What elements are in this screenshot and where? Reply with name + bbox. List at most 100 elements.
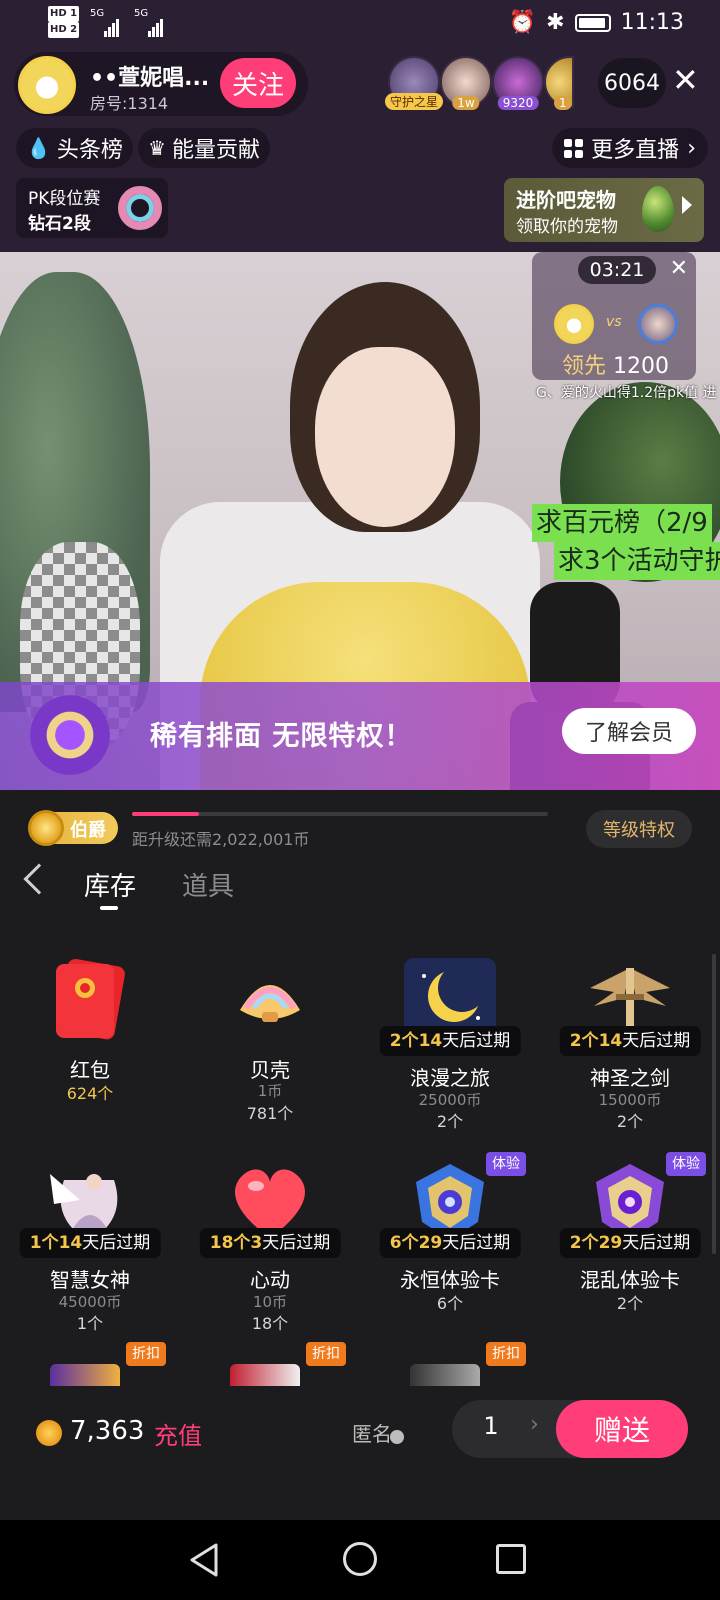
gift-seashell[interactable]: 贝壳 1币 781个: [180, 958, 360, 1148]
gift-price: 45000币: [58, 1293, 122, 1311]
membership-emblem-icon: [22, 690, 118, 780]
clock: 11:13: [620, 10, 684, 35]
gift-panel: 伯爵 距升级还需2,022,001币 等级特权 库存 道具 红包 624个 贝壳…: [0, 790, 720, 1520]
pk-rank-card[interactable]: PK段位赛 钻石2段: [16, 178, 168, 238]
send-button[interactable]: 赠送: [556, 1400, 688, 1458]
gift-qty: 2个: [616, 1294, 644, 1313]
expiry-label: 1个14天后过期: [19, 1228, 161, 1258]
host-info[interactable]: ••萱妮唱... 房号:1314 关注: [14, 52, 308, 116]
viewer-count[interactable]: 6064: [598, 58, 666, 108]
gift-romantic-journey[interactable]: 2个14天后过期 浪漫之旅 25000币 2个: [360, 958, 540, 1148]
discount-tag: 折扣: [126, 1342, 166, 1366]
gift-price: 1币: [257, 1082, 283, 1100]
gift-partial-2[interactable]: 折扣: [180, 1342, 360, 1386]
tab-underline: [100, 906, 118, 910]
pk-host-avatar[interactable]: [554, 304, 594, 344]
pk-rank-title: PK段位赛: [28, 189, 101, 209]
quantity-value[interactable]: 1: [476, 1412, 506, 1440]
more-live-label: 更多直播: [591, 138, 680, 163]
pk-opponent-avatar[interactable]: [638, 304, 678, 344]
viewer-avatar-2[interactable]: 1w: [440, 56, 492, 110]
gift-partial-image: [410, 1364, 480, 1386]
send-bar: 7,363 充值 匿名 1 › 赠送: [0, 1386, 720, 1520]
gift-qty: 1个: [76, 1314, 104, 1333]
expiry-count: 2个29: [569, 1233, 623, 1253]
expiry-label: 6个29天后过期: [379, 1228, 521, 1258]
expiry-text: 天后过期: [82, 1233, 151, 1253]
gift-partial-3[interactable]: 折扣: [360, 1342, 540, 1386]
level-hint: 距升级还需2,022,001币: [132, 830, 310, 849]
gift-heartbeat[interactable]: 18个3天后过期 心动 10币 18个: [180, 1160, 360, 1350]
quantity-selector[interactable]: 1 › 赠送: [452, 1400, 688, 1458]
viewer-avatar-4[interactable]: 1: [544, 56, 574, 110]
alarm-icon: ⏰: [508, 10, 537, 35]
gift-chaos-trial-card[interactable]: 体验 2个29天后过期 混乱体验卡 2个: [540, 1152, 720, 1350]
headline-rank-chip[interactable]: 💧 头条榜: [16, 128, 133, 168]
pet-promo-subtitle: 领取你的宠物: [516, 217, 618, 237]
viewer-avatar-1[interactable]: 守护之星: [384, 56, 444, 110]
overlay-text-1: 求百元榜（2/9: [532, 504, 712, 542]
tab-props[interactable]: 道具: [182, 866, 234, 903]
level-name: 伯爵: [70, 820, 106, 841]
pk-close-icon[interactable]: ✕: [670, 258, 688, 280]
grid-icon: [564, 138, 584, 158]
back-chevron-icon[interactable]: [23, 863, 55, 895]
level-privilege-button[interactable]: 等级特权: [586, 810, 692, 848]
expiry-label: 2个29天后过期: [559, 1228, 701, 1258]
gift-eternal-trial-card[interactable]: 体验 6个29天后过期 永恒体验卡 6个: [360, 1152, 540, 1350]
host-avatar[interactable]: [18, 56, 76, 114]
coin-icon: [36, 1420, 62, 1446]
system-nav-bar: [0, 1520, 720, 1600]
membership-banner[interactable]: 稀有排面 无限特权！ 了解会员: [0, 682, 720, 790]
status-bar: HD 1 HD 2 5G 5G ⏰ ✱ 11:13: [0, 0, 720, 48]
status-right: ⏰ ✱ 11:13: [509, 10, 684, 35]
top-bar-area: HD 1 HD 2 5G 5G ⏰ ✱ 11:13 ••萱妮唱... 房号:13…: [0, 0, 720, 252]
gift-red-packet[interactable]: 红包 624个: [0, 958, 180, 1148]
viewer-avatar-3[interactable]: 9320: [492, 56, 544, 110]
chevron-right-icon: ›: [687, 135, 696, 161]
expiry-count: 6个29: [389, 1233, 443, 1253]
learn-membership-button[interactable]: 了解会员: [562, 708, 696, 754]
more-live-button[interactable]: 更多直播 ›: [552, 128, 708, 168]
anonymous-toggle-icon[interactable]: [390, 1430, 404, 1444]
hd2-indicator: HD 2: [48, 22, 80, 38]
nav-recents-icon[interactable]: [496, 1544, 526, 1574]
crown-icon: ♛: [148, 136, 166, 160]
gift-name: 混乱体验卡: [580, 1268, 680, 1292]
pet-promo-card[interactable]: 进阶吧宠物 领取你的宠物: [504, 178, 704, 242]
play-arrow-icon: [682, 196, 692, 214]
level-badge[interactable]: 伯爵: [28, 810, 118, 846]
chevron-right-icon[interactable]: ›: [530, 1412, 539, 1437]
sim-indicators: HD 1 HD 2: [48, 6, 81, 38]
close-icon[interactable]: ✕: [672, 64, 699, 96]
nav-back-icon[interactable]: [188, 1542, 220, 1578]
energy-contribution-chip[interactable]: ♛ 能量贡献: [138, 128, 270, 168]
energy-contribution-label: 能量贡献: [171, 138, 260, 163]
headline-rank-label: 头条榜: [56, 138, 123, 163]
network-label-1: 5G: [90, 8, 105, 19]
follow-button[interactable]: 关注: [220, 58, 296, 108]
expiry-count: 2个14: [569, 1031, 623, 1051]
gift-name: 神圣之剑: [590, 1066, 670, 1090]
network-label-2: 5G: [134, 8, 149, 19]
live-video[interactable]: 03:21 ✕ vs 领先 1200 G、爱的火山得1.2倍pk值 进 求百元榜…: [0, 252, 720, 790]
gift-name: 心动: [250, 1268, 290, 1292]
gift-price: 25000币: [418, 1091, 482, 1109]
room-number: 房号:1314: [90, 94, 169, 113]
discount-tag: 折扣: [306, 1342, 346, 1366]
expiry-label: 2个14天后过期: [379, 1026, 521, 1056]
gift-qty: 6个: [436, 1294, 464, 1313]
hd1-indicator: HD 1: [48, 6, 80, 22]
pk-battle-box[interactable]: 03:21 ✕ vs 领先 1200: [532, 252, 696, 380]
anonymous-toggle[interactable]: 匿名: [352, 1418, 392, 1447]
gift-partial-1[interactable]: 折扣: [0, 1342, 180, 1386]
recharge-link[interactable]: 充值: [154, 1416, 202, 1451]
gift-wisdom-goddess[interactable]: 1个14天后过期 智慧女神 45000币 1个: [0, 1160, 180, 1350]
nav-home-icon[interactable]: [343, 1542, 377, 1576]
egg-icon: [642, 186, 674, 232]
red-packet-icon: [44, 958, 136, 1042]
pk-vs-label: vs: [606, 314, 622, 330]
gift-name: 贝壳: [250, 1058, 290, 1082]
tab-inventory[interactable]: 库存: [84, 866, 136, 903]
gift-holy-sword[interactable]: 2个14天后过期 神圣之剑 15000币 2个: [540, 958, 720, 1148]
